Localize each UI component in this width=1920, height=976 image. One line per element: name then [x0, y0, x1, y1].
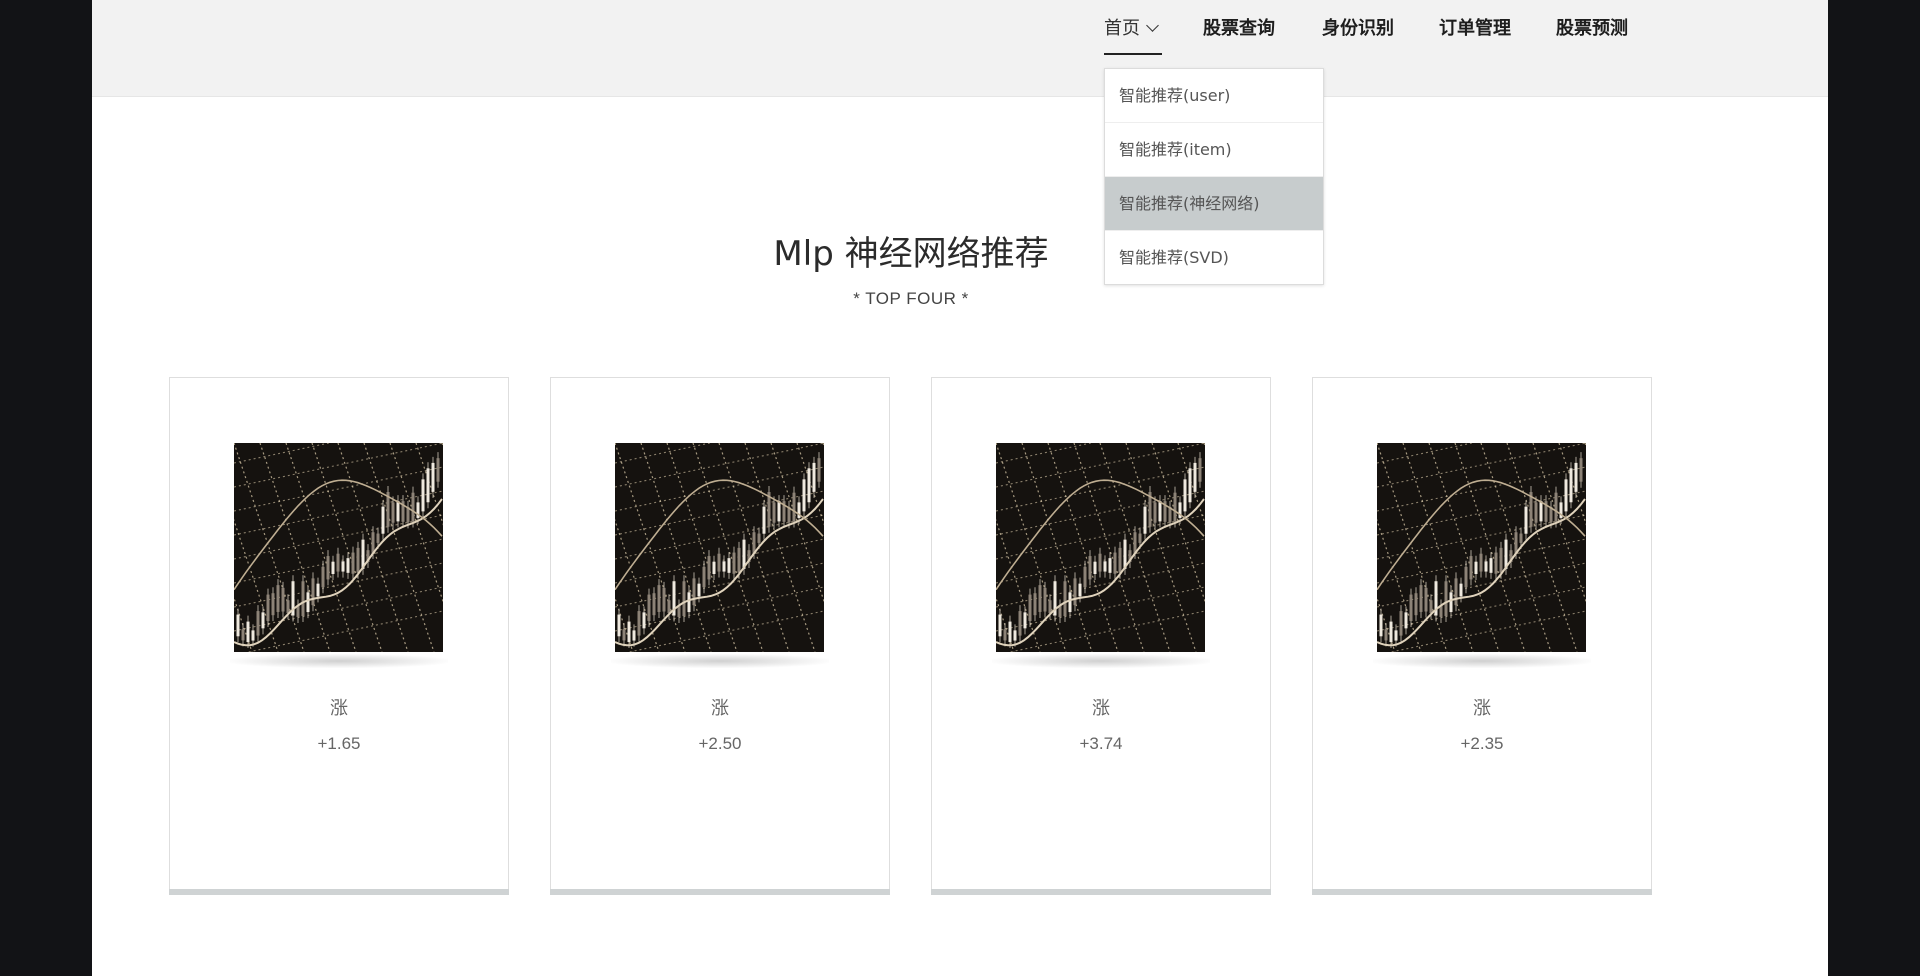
card-trend-label: 涨	[711, 698, 729, 719]
chevron-down-icon	[1146, 19, 1159, 32]
dropdown-item-recommend-svd[interactable]: 智能推荐(SVD)	[1105, 231, 1323, 284]
header: 首页 股票查询 身份识别 订单管理 股票预测	[92, 0, 1828, 97]
page-title: Mlp 神经网络推荐	[773, 234, 1049, 274]
nav-item-home-label: 首页	[1104, 18, 1140, 39]
card-change-value: +2.35	[1460, 734, 1504, 753]
card-trend-label: 涨	[1473, 698, 1491, 719]
nav-item-order-management[interactable]: 订单管理	[1439, 14, 1511, 40]
dropdown-item-recommend-user[interactable]: 智能推荐(user)	[1105, 69, 1323, 123]
stock-chart-image	[615, 443, 824, 652]
stock-chart-image	[996, 443, 1205, 652]
card-change-value: +2.50	[698, 734, 742, 753]
stock-chart-image	[234, 443, 443, 652]
card-trend-label: 涨	[1092, 698, 1110, 719]
stock-card[interactable]: 涨 +2.50	[550, 377, 890, 895]
nav-active-underline	[1104, 53, 1162, 55]
page: 首页 股票查询 身份识别 订单管理 股票预测 Mlp 神经网络推荐 * TOP …	[92, 0, 1828, 976]
nav-dropdown-menu: 智能推荐(user) 智能推荐(item) 智能推荐(神经网络) 智能推荐(SV…	[1104, 68, 1324, 285]
nav-item-stock-prediction[interactable]: 股票预测	[1556, 14, 1628, 40]
dropdown-item-recommend-neural-network[interactable]: 智能推荐(神经网络)	[1105, 177, 1323, 231]
stock-card[interactable]: 涨 +3.74	[931, 377, 1271, 895]
nav-item-identity-recognition[interactable]: 身份识别	[1322, 14, 1394, 40]
card-trend-label: 涨	[330, 698, 348, 719]
stock-card[interactable]: 涨 +1.65	[169, 377, 509, 895]
card-change-value: +1.65	[317, 734, 361, 753]
stock-chart-image	[1377, 443, 1586, 652]
image-shadow	[1373, 654, 1591, 668]
page-subtitle: * TOP FOUR *	[853, 289, 969, 308]
image-shadow	[611, 654, 829, 668]
image-shadow	[992, 654, 1210, 668]
card-change-value: +3.74	[1079, 734, 1123, 753]
nav-item-home[interactable]: 首页	[1104, 14, 1159, 40]
image-shadow	[230, 654, 448, 668]
dropdown-item-recommend-item[interactable]: 智能推荐(item)	[1105, 123, 1323, 177]
nav-item-stock-query[interactable]: 股票查询	[1203, 14, 1275, 40]
stock-card[interactable]: 涨 +2.35	[1312, 377, 1652, 895]
